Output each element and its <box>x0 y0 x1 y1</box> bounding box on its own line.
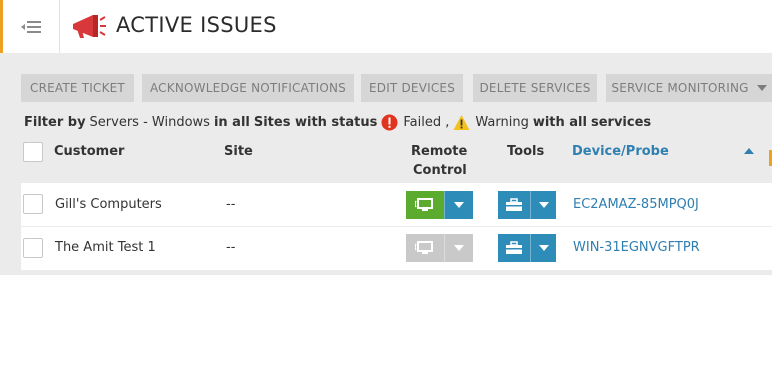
megaphone-icon <box>73 15 106 38</box>
remote-control-dropdown[interactable] <box>444 191 473 219</box>
toolbox-icon <box>506 198 522 211</box>
filter-with-all: with all <box>532 114 587 130</box>
acknowledge-notifications-button[interactable]: ACKNOWLEDGE NOTIFICATIONS <box>142 74 354 102</box>
sort-ascending-icon[interactable] <box>744 148 754 154</box>
table-header: Customer Site Remote Control Tools Devic… <box>21 137 772 181</box>
tools-dropdown[interactable] <box>530 191 556 219</box>
customer-name: Gill's Computers <box>55 197 162 212</box>
tools-main[interactable] <box>498 234 530 262</box>
filter-failed: Failed , <box>403 114 450 130</box>
device-link[interactable]: EC2AMAZ-85MPQ0J <box>573 197 699 212</box>
remote-screen-icon <box>415 198 433 211</box>
remote-control-button[interactable] <box>406 191 473 219</box>
column-site[interactable]: Site <box>224 144 253 159</box>
column-customer[interactable]: Customer <box>54 144 124 159</box>
site-name: -- <box>226 240 236 255</box>
create-ticket-button[interactable]: CREATE TICKET <box>21 74 134 102</box>
toolbox-icon <box>506 241 522 254</box>
filter-device-type: Servers - Windows <box>89 114 210 130</box>
chevron-down-icon <box>538 202 549 208</box>
column-remote-line2[interactable]: Control <box>413 163 467 178</box>
tools-dropdown[interactable] <box>530 234 556 262</box>
chevron-down-icon <box>454 202 464 208</box>
filter-sites-with-status: Sites with status <box>253 114 378 130</box>
device-link[interactable]: WIN-31EGNVGFTPR <box>573 240 700 255</box>
column-device-probe[interactable]: Device/Probe <box>572 144 669 159</box>
customer-name: The Amit Test 1 <box>55 240 156 255</box>
chevron-down-icon <box>538 245 549 251</box>
remote-control-button-disabled <box>406 234 473 262</box>
filter-prefix: Filter by <box>24 114 86 130</box>
filter-in-all: in all <box>213 114 250 130</box>
tools-main[interactable] <box>498 191 530 219</box>
menu-collapse-icon <box>21 20 41 33</box>
edit-devices-button[interactable]: EDIT DEVICES <box>361 74 463 102</box>
tools-button[interactable] <box>498 191 556 219</box>
site-name: -- <box>226 197 236 212</box>
table-row: Gill's Computers -- EC2AMAZ-85MPQ0J <box>21 183 772 226</box>
column-remote-line1[interactable]: Remote <box>411 144 467 159</box>
filter-services: services <box>590 114 652 130</box>
chevron-down-icon <box>756 85 767 91</box>
remote-control-main <box>406 234 444 262</box>
failed-status-icon <box>381 114 398 130</box>
table-row: The Amit Test 1 -- WIN-31EGNVGFTPR <box>21 227 772 270</box>
service-monitoring-dropdown[interactable]: SERVICE MONITORING <box>606 74 772 102</box>
remote-control-dropdown <box>444 234 473 262</box>
page-title: ACTIVE ISSUES <box>116 13 277 37</box>
row-checkbox[interactable] <box>23 194 43 214</box>
delete-services-button[interactable]: DELETE SERVICES <box>473 74 597 102</box>
filter-summary: Filter by Servers - Windows in all Sites… <box>24 110 655 134</box>
chevron-down-icon <box>454 245 464 251</box>
row-checkbox[interactable] <box>23 238 43 258</box>
column-tools[interactable]: Tools <box>507 144 544 159</box>
filter-warning: Warning <box>475 114 529 130</box>
warning-status-icon <box>453 114 470 130</box>
menu-collapse-button[interactable] <box>0 0 60 53</box>
remote-screen-icon <box>415 241 433 254</box>
title-bar: ACTIVE ISSUES <box>0 0 772 53</box>
select-all-checkbox[interactable] <box>23 142 43 162</box>
remote-control-main[interactable] <box>406 191 444 219</box>
tools-button[interactable] <box>498 234 556 262</box>
service-monitoring-label: SERVICE MONITORING <box>611 81 749 95</box>
